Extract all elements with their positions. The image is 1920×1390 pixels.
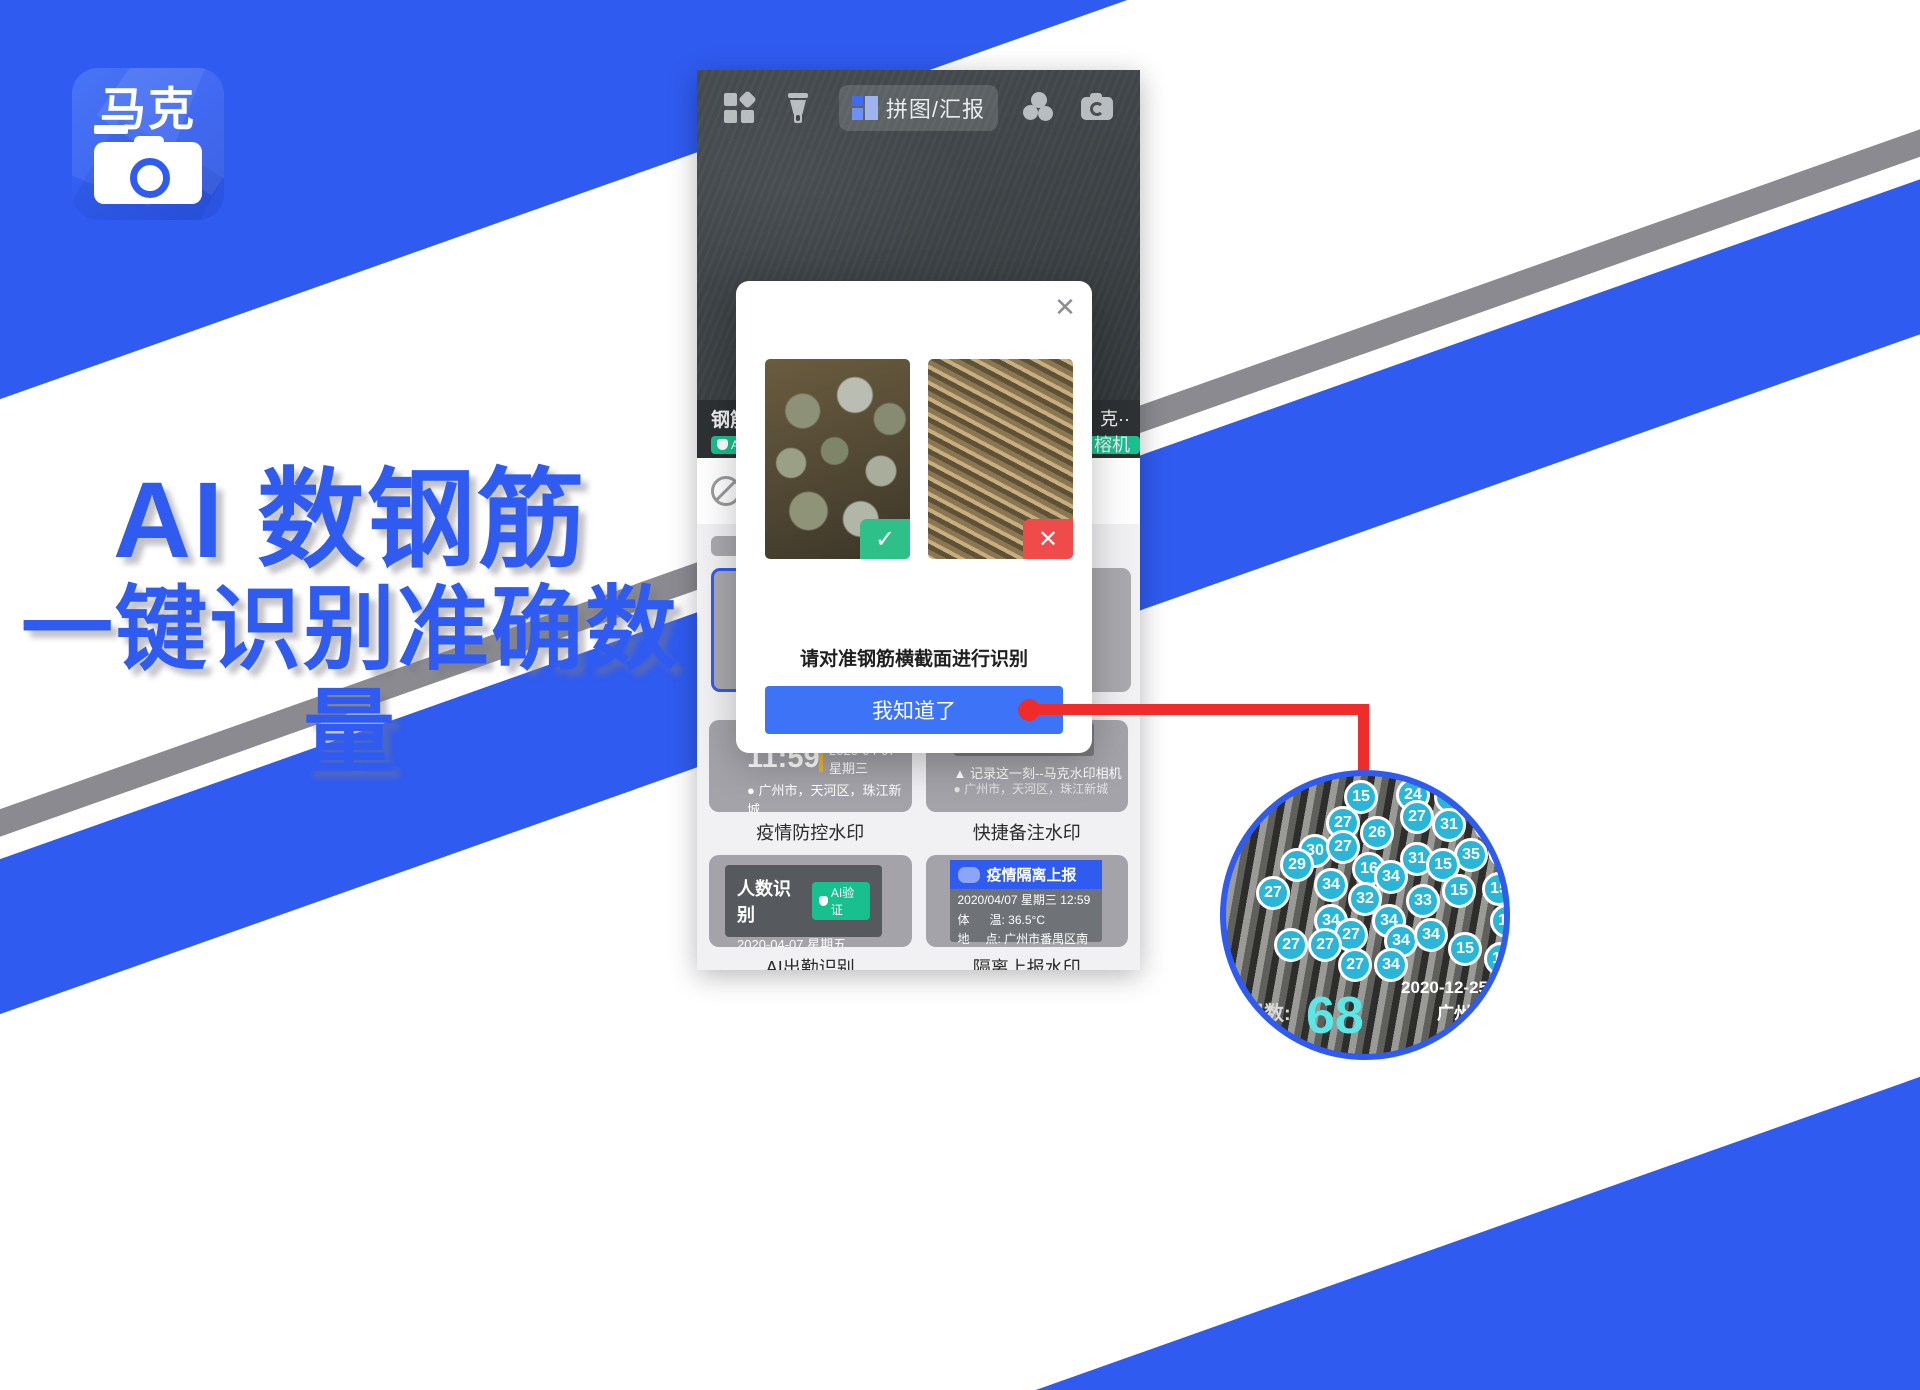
check-icon: ✓ <box>860 519 910 559</box>
rebar-marker: 15 <box>1490 904 1504 938</box>
rebar-marker: 31 <box>1432 808 1466 842</box>
callout-line-horizontal <box>1029 704 1369 715</box>
flash-icon[interactable] <box>781 91 815 125</box>
rebar-marker: 15 <box>1442 874 1476 908</box>
result-magnifier: 1524312727263115302799291631351534342732… <box>1220 770 1510 1060</box>
page-title: AI 数钢筋 一键识别准确数量 <box>0 459 700 785</box>
watermark-place: 地 点: 广州市番禺区南村镇 <box>950 929 1103 947</box>
watermark-title: 疫情隔离上报 <box>986 867 1077 884</box>
temp-value: 温: 36.5°C <box>989 913 1046 927</box>
template-caption: AI出勤识别 <box>765 958 855 970</box>
collage-report-button[interactable]: 拼图/汇报 <box>838 85 999 131</box>
camera-toolbar: 拼图/汇报 <box>697 78 1140 138</box>
ai-verified-label: AI验证 <box>830 886 855 917</box>
good-example-image: ✓ <box>765 359 910 559</box>
rebar-marker: 34 <box>1414 918 1448 952</box>
template-card-quarantine[interactable]: 疫情隔离上报 2020/04/07 星期三 12:59 体 温: 36.5°C … <box>925 855 1128 970</box>
dialog-tip: 请对准钢筋横截面进行识别 <box>799 649 1028 670</box>
switch-camera-icon[interactable] <box>1080 91 1114 125</box>
camera-lens-icon <box>130 158 170 198</box>
watermark-panel: 疫情隔离上报 2020/04/07 星期三 12:59 体 温: 36.5°C … <box>949 860 1103 946</box>
close-icon[interactable]: ✕ <box>1052 294 1078 321</box>
magnifier-location: 广州市 <box>1437 1004 1488 1023</box>
place-value: 点: 广州市番禺区南村镇 <box>985 932 1089 946</box>
watermark-datetime: 2020/04/07 星期三 12:59 <box>957 893 1091 907</box>
template-caption: 快捷备注水印 <box>972 823 1081 843</box>
collage-report-label: 拼图/汇报 <box>885 97 986 122</box>
shield-icon <box>717 439 728 450</box>
watermark-header: 疫情隔离上报 <box>949 860 1102 889</box>
camera-dash <box>94 125 128 134</box>
instruction-dialog: ✕ ✓ ✕ 请对准钢筋横截面进行识别 我知道了 <box>736 281 1092 753</box>
headline-line-2: 一键识别准确数量 <box>20 578 679 784</box>
watermark-location-text: 广州市，天河区，珠江新城 <box>964 782 1109 796</box>
watermark-location-text: 广州市，天河区，珠江新城 <box>747 783 902 812</box>
shield-icon <box>818 896 828 906</box>
rebar-marker: 29 <box>1280 848 1314 882</box>
magnifier-footer: 根数: 68 2020-12-25 广州市 <box>1226 974 1504 1044</box>
star-icon: ▲ <box>953 766 967 781</box>
watermark-panel: 人数识别 AI验证 2020-04-07 星期五 11:59 <box>725 865 882 947</box>
watermark-note-text: 记录这一刻--马克水印相机 <box>970 766 1122 781</box>
count-value: 68 <box>1306 987 1364 1045</box>
template-grid: 疫情防控记录 11:59 2020-04-07 星期三 ● 广州市，天河区，珠江… <box>697 720 1140 970</box>
temp-key: 体 <box>957 913 970 927</box>
template-thumbnail: 人数识别 AI验证 2020-04-07 星期五 11:59 <box>709 855 912 947</box>
rebar-marker: 27 <box>1274 928 1308 962</box>
headline-line-1: AI 数钢筋 <box>112 459 587 580</box>
location-pin-icon: ● <box>747 783 755 798</box>
watermark-title: 人数识别 <box>737 879 791 925</box>
watermark-location: ● 广州市，天河区，珠江新城 <box>954 780 1109 797</box>
rebar-marker: 26 <box>1360 816 1394 850</box>
template-thumbnail: 疫情隔离上报 2020/04/07 星期三 12:59 体 温: 36.5°C … <box>925 855 1128 947</box>
rebar-marker: 15 <box>1448 932 1482 966</box>
watermark-location: ● 广州市，天河区，珠江新城 <box>747 780 912 812</box>
template-card-attendance[interactable]: 人数识别 AI验证 2020-04-07 星期五 11:59 AI出勤识别 <box>709 855 912 970</box>
collage-icon <box>851 96 878 120</box>
magnifier-date: 2020-12-25 <box>1401 978 1488 997</box>
watermark-date: 2020-04-07 星期五 11:59 <box>737 937 847 947</box>
watermark-temperature: 体 温: 36.5°C <box>950 910 1103 929</box>
template-caption: 隔离上报水印 <box>972 958 1081 970</box>
app-icon[interactable]: 马克 <box>72 68 224 220</box>
cross-icon: ✕ <box>1023 519 1073 559</box>
location-pin-icon: ● <box>953 782 961 796</box>
count-label: 根数: <box>1244 1003 1291 1025</box>
rebar-marker: 27 <box>1400 800 1434 834</box>
rebar-marker: 33 <box>1406 884 1440 918</box>
bad-example-image: ✕ <box>928 359 1073 559</box>
filter-icon[interactable] <box>1022 91 1056 125</box>
mask-icon <box>957 866 980 883</box>
template-caption: 疫情防控水印 <box>756 823 865 843</box>
watermark-weekday: 星期三 <box>829 761 869 776</box>
callout-anchor-dot <box>1018 699 1040 721</box>
ai-verified-badge: AI验证 <box>811 882 870 920</box>
rebar-marker: 27 <box>1256 876 1290 910</box>
rebar-marker: 34 <box>1314 868 1348 902</box>
example-images: ✓ ✕ <box>765 359 1073 559</box>
grid-icon[interactable] <box>723 90 757 125</box>
rebar-marker: 27 <box>1308 928 1342 962</box>
place-key: 地 <box>957 932 970 946</box>
